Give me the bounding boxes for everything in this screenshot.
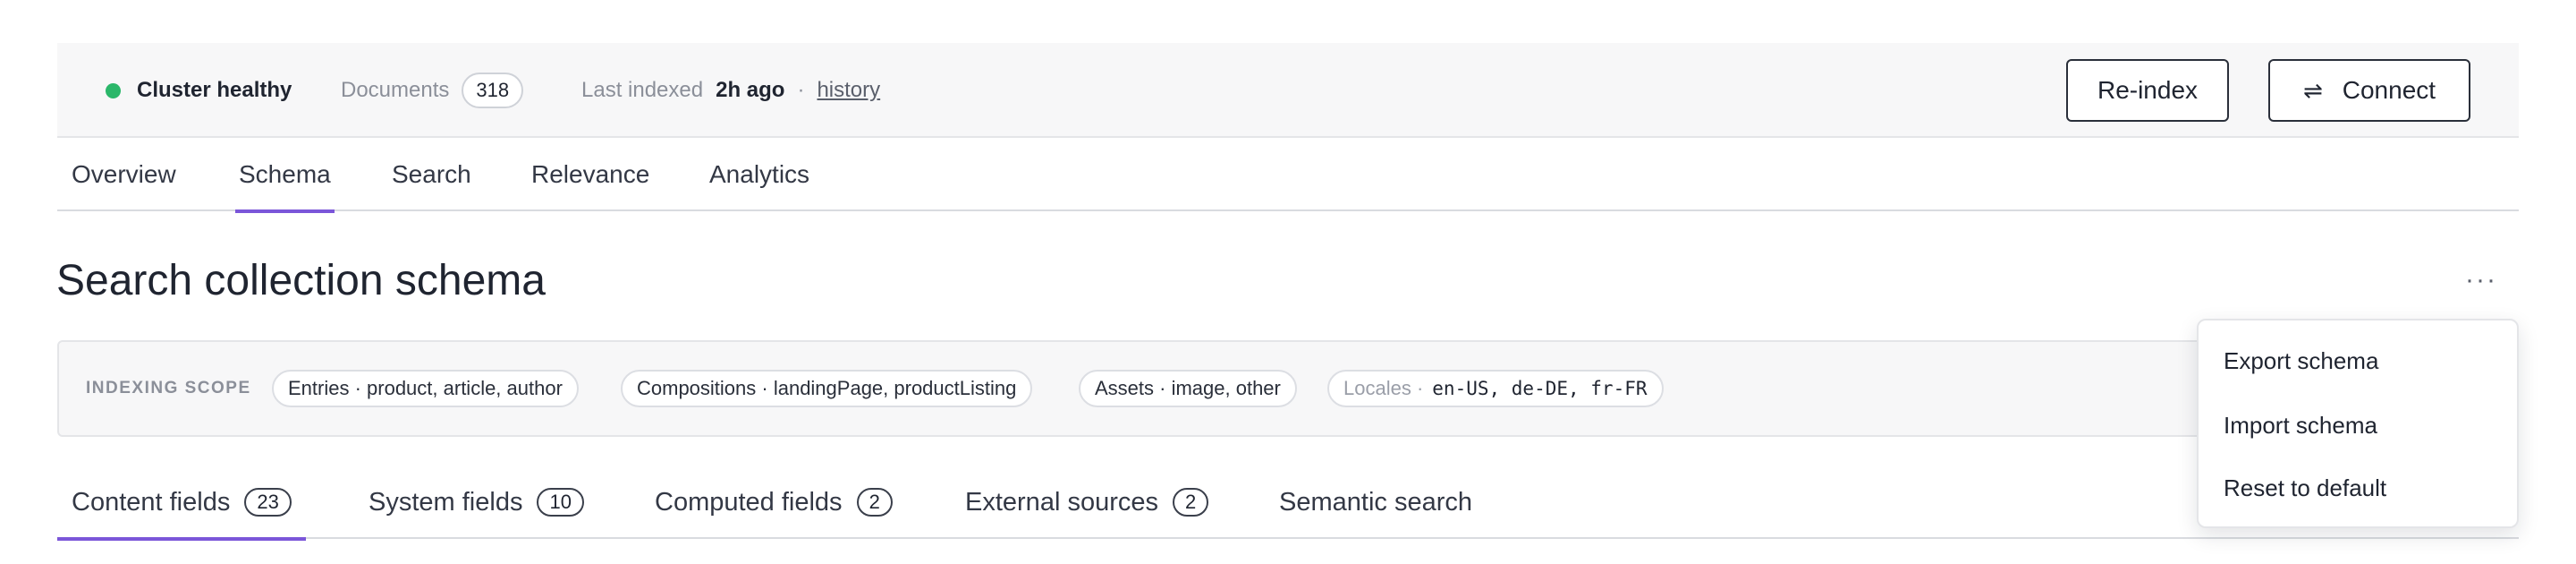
cluster-status: Cluster healthy <box>106 43 292 138</box>
menu-item-export-schema[interactable]: Export schema <box>2224 347 2378 375</box>
tab-schema[interactable]: Schema <box>235 138 335 213</box>
tab-semantic-search[interactable]: Semantic search <box>1279 466 1472 539</box>
tab-system-fields-label: System fields <box>369 487 523 517</box>
swap-arrows-icon: ⇌ <box>2302 76 2323 104</box>
documents-label: Documents <box>341 78 450 102</box>
tab-content-fields[interactable]: Content fields 23 <box>57 466 306 541</box>
tab-external-sources[interactable]: External sources 2 <box>965 466 1209 539</box>
documents-count-badge: 318 <box>462 73 524 108</box>
indexing-scope-bar: INDEXING SCOPE Entries · product, articl… <box>57 340 2347 437</box>
main-nav: Overview Schema Search Relevance Analyti… <box>57 138 2519 213</box>
scope-chip-entries: Entries · product, article, author <box>272 370 579 407</box>
last-indexed-value: 2h ago <box>716 78 785 102</box>
menu-item-import-schema[interactable]: Import schema <box>2224 412 2377 440</box>
tab-analytics[interactable]: Analytics <box>709 138 809 211</box>
last-indexed-label: Last indexed <box>581 78 704 102</box>
indexing-scope-label: INDEXING SCOPE <box>86 379 251 397</box>
history-link[interactable]: history <box>817 78 880 103</box>
last-indexed: Last indexed 2h ago · history <box>581 43 880 138</box>
documents-count: Documents 318 <box>341 43 524 138</box>
locales-label: Locales · <box>1343 377 1424 399</box>
tab-external-sources-label: External sources <box>965 487 1158 517</box>
status-label: Cluster healthy <box>137 78 292 102</box>
separator: · <box>797 78 805 102</box>
field-tabs: Content fields 23 System fields 10 Compu… <box>57 466 2519 541</box>
scope-chip-compositions: Compositions · landingPage, productListi… <box>621 370 1033 407</box>
more-options-icon[interactable]: ··· <box>2465 265 2497 295</box>
tab-system-fields-count: 10 <box>537 488 584 517</box>
scope-chip-locales: Locales · en-US, de-DE, fr-FR <box>1327 370 1664 407</box>
tab-system-fields[interactable]: System fields 10 <box>369 466 584 539</box>
tab-relevance[interactable]: Relevance <box>531 138 649 211</box>
connect-label: Connect <box>2342 76 2436 104</box>
tab-computed-fields[interactable]: Computed fields 2 <box>655 466 893 539</box>
tab-overview[interactable]: Overview <box>72 138 176 211</box>
tab-content-fields-count: 23 <box>244 488 292 517</box>
schema-actions-menu: Export schema Import schema Reset to def… <box>2197 319 2519 528</box>
tab-computed-fields-count: 2 <box>856 488 893 517</box>
menu-item-reset-to-default[interactable]: Reset to default <box>2224 474 2386 502</box>
tab-content-fields-label: Content fields <box>72 487 231 517</box>
tab-computed-fields-label: Computed fields <box>655 487 843 517</box>
scope-chip-assets: Assets · image, other <box>1079 370 1297 407</box>
locales-value: en-US, de-DE, fr-FR <box>1432 378 1648 399</box>
tab-search[interactable]: Search <box>392 138 471 211</box>
status-dot-icon <box>106 82 121 98</box>
connect-button[interactable]: ⇌ Connect <box>2268 59 2470 122</box>
tab-external-sources-count: 2 <box>1173 488 1209 517</box>
page-title: Search collection schema <box>56 257 546 304</box>
reindex-button[interactable]: Re-index <box>2066 59 2229 122</box>
tab-semantic-search-label: Semantic search <box>1279 487 1472 517</box>
cluster-status-bar: Cluster healthy Documents 318 Last index… <box>57 43 2519 138</box>
